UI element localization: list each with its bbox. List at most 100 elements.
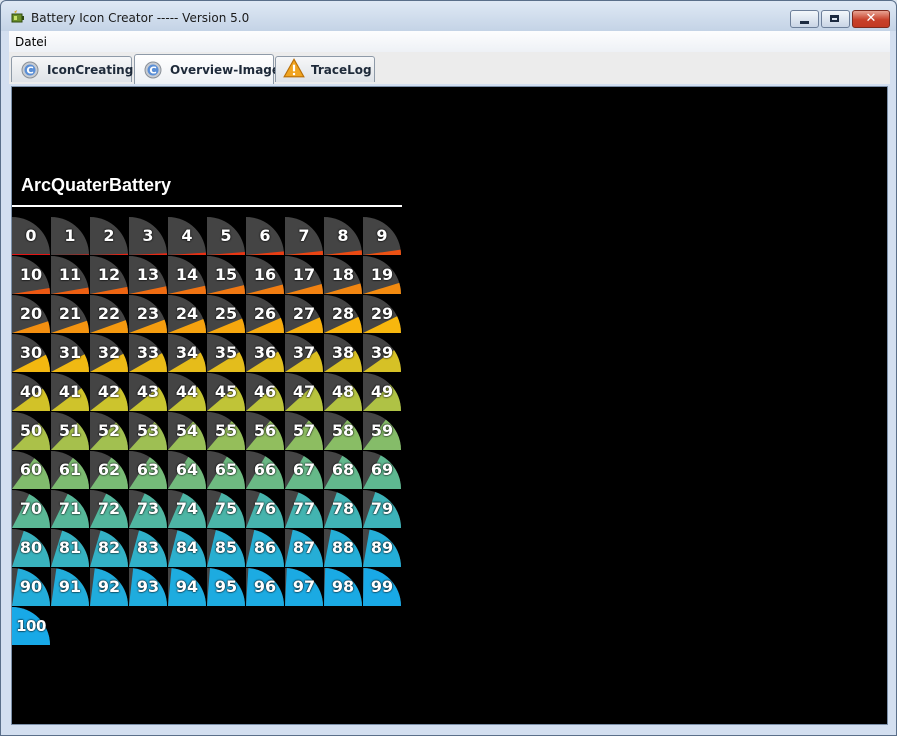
close-button[interactable]: ✕ [852, 10, 890, 28]
battery-icon: 75 [207, 490, 245, 528]
battery-value-label: 59 [370, 421, 394, 440]
battery-value-label: 17 [292, 265, 316, 284]
battery-icon: 20 [12, 295, 50, 333]
battery-icon: 51 [51, 412, 89, 450]
battery-icon: 84 [168, 529, 206, 567]
battery-value-label: 43 [136, 382, 160, 401]
battery-icon: 14 [168, 256, 206, 294]
battery-icon: 91 [51, 568, 89, 606]
battery-icon: 83 [129, 529, 167, 567]
battery-icon: 2 [90, 217, 128, 255]
battery-icon: 11 [51, 256, 89, 294]
battery-value-label: 41 [58, 382, 82, 401]
battery-icon: 3 [129, 217, 167, 255]
battery-icon: 59 [363, 412, 401, 450]
battery-value-label: 87 [292, 538, 316, 557]
battery-value-label: 93 [136, 577, 160, 596]
battery-icon: 65 [207, 451, 245, 489]
window-title: Battery Icon Creator ----- Version 5.0 [31, 11, 250, 25]
tab-strip: C IconCreating C Overview-Image TraceLog [9, 52, 890, 84]
battery-icon: 71 [51, 490, 89, 528]
battery-value-label: 23 [136, 304, 160, 323]
heading-divider [12, 205, 402, 207]
battery-icon: 41 [51, 373, 89, 411]
battery-icon: 10 [12, 256, 50, 294]
battery-icon: 32 [90, 334, 128, 372]
battery-icon: 31 [51, 334, 89, 372]
battery-value-label: 82 [97, 538, 121, 557]
battery-icon: 67 [285, 451, 323, 489]
battery-value-label: 72 [97, 499, 121, 518]
battery-icon: 94 [168, 568, 206, 606]
battery-value-label: 18 [331, 265, 355, 284]
menu-datei[interactable]: Datei [15, 35, 47, 49]
battery-icon: 52 [90, 412, 128, 450]
battery-value-label: 95 [214, 577, 238, 596]
battery-icon: 23 [129, 295, 167, 333]
battery-value-label: 94 [175, 577, 199, 596]
battery-icon: 49 [363, 373, 401, 411]
battery-icon: 19 [363, 256, 401, 294]
battery-value-label: 81 [58, 538, 82, 557]
battery-value-label: 89 [370, 538, 394, 557]
battery-value-label: 7 [298, 226, 310, 245]
title-bar[interactable]: Battery Icon Creator ----- Version 5.0 ✕ [1, 1, 896, 31]
battery-icon: 26 [246, 295, 284, 333]
battery-icon: 68 [324, 451, 362, 489]
battery-icon: 64 [168, 451, 206, 489]
battery-value-label: 79 [370, 499, 394, 518]
battery-value-label: 61 [58, 460, 82, 479]
battery-icon: 79 [363, 490, 401, 528]
battery-value-label: 8 [337, 226, 349, 245]
battery-value-label: 30 [19, 343, 43, 362]
battery-icon: 12 [90, 256, 128, 294]
battery-value-label: 54 [175, 421, 199, 440]
battery-icon: 81 [51, 529, 89, 567]
maximize-button[interactable] [821, 10, 850, 28]
battery-value-label: 20 [19, 304, 43, 323]
tab-label: TraceLog [311, 63, 372, 77]
tab-label: IconCreating [47, 63, 134, 77]
battery-icon: 86 [246, 529, 284, 567]
battery-value-label: 49 [370, 382, 394, 401]
battery-value-label: 26 [253, 304, 277, 323]
battery-icon: 61 [51, 451, 89, 489]
battery-icon: 53 [129, 412, 167, 450]
battery-value-label: 100 [16, 617, 46, 635]
minimize-button[interactable] [790, 10, 819, 28]
battery-icon: 24 [168, 295, 206, 333]
tab-trace-log[interactable]: TraceLog [275, 56, 375, 82]
battery-value-label: 12 [97, 265, 121, 284]
battery-icon: 48 [324, 373, 362, 411]
battery-value-label: 38 [331, 343, 355, 362]
battery-icon: 74 [168, 490, 206, 528]
battery-value-label: 52 [97, 421, 121, 440]
battery-value-label: 0 [25, 226, 37, 245]
battery-value-label: 88 [331, 538, 355, 557]
battery-icon: 21 [51, 295, 89, 333]
battery-icon: 28 [324, 295, 362, 333]
battery-icon: 40 [12, 373, 50, 411]
battery-value-label: 83 [136, 538, 160, 557]
battery-icon: 97 [285, 568, 323, 606]
battery-value-label: 73 [136, 499, 160, 518]
battery-value-label: 74 [175, 499, 199, 518]
battery-icon-grid: 0 1 2 3 4 5 6 7 8 9 10 11 12 13 14 15 16 17 18 19 20 21 22 23 24… [12, 217, 402, 647]
battery-value-label: 14 [175, 265, 199, 284]
tab-icon-creating[interactable]: C IconCreating [11, 56, 134, 82]
battery-icon: 99 [363, 568, 401, 606]
battery-icon: 77 [285, 490, 323, 528]
battery-value-label: 16 [253, 265, 277, 284]
battery-value-label: 67 [292, 460, 316, 479]
battery-icon: 46 [246, 373, 284, 411]
battery-value-label: 70 [19, 499, 43, 518]
battery-icon: 9 [363, 217, 401, 255]
battery-icon: 76 [246, 490, 284, 528]
tab-overview-image[interactable]: C Overview-Image [134, 54, 280, 84]
battery-icon: 62 [90, 451, 128, 489]
battery-value-label: 1 [64, 226, 76, 245]
battery-icon: 30 [12, 334, 50, 372]
battery-value-label: 99 [370, 577, 394, 596]
battery-icon: 4 [168, 217, 206, 255]
close-icon: ✕ [865, 11, 877, 26]
